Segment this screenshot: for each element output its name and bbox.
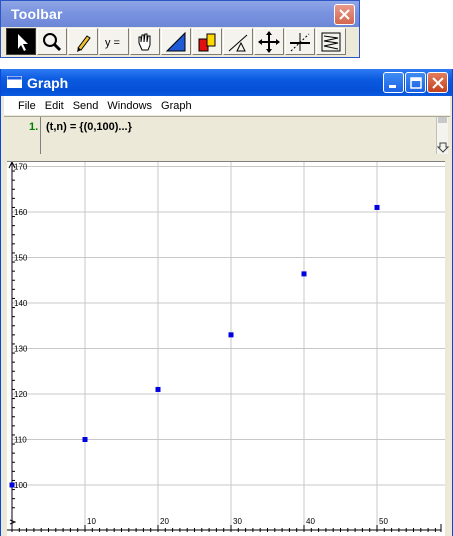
toolbar-title: Toolbar <box>11 6 63 22</box>
toolbar-titlebar[interactable]: Toolbar <box>1 1 359 27</box>
move-tool-button[interactable] <box>254 28 284 55</box>
menu-graph[interactable]: Graph <box>161 100 192 112</box>
equation-entry-panel: 1. (t,n) = {(0,100)...} <box>4 116 450 154</box>
x-tick-label: 10 <box>87 517 96 526</box>
x-tick-label: 20 <box>160 517 169 526</box>
pencil-tool-button[interactable] <box>68 28 98 55</box>
minimize-button[interactable] <box>383 72 404 93</box>
close-icon <box>432 77 444 89</box>
entry-scrollbar[interactable] <box>436 117 449 154</box>
hand-tool-button[interactable] <box>130 28 160 55</box>
entry-divider <box>40 117 41 154</box>
equation-tool-button[interactable]: y = <box>99 28 129 55</box>
minimize-icon <box>389 85 396 88</box>
menu-edit[interactable]: Edit <box>45 100 64 112</box>
close-button[interactable] <box>427 72 448 93</box>
y-tick-label: 120 <box>14 390 28 399</box>
data-point <box>9 482 15 488</box>
move-arrows-icon <box>258 31 280 53</box>
menu-bar: File Edit Send Windows Graph <box>4 96 450 115</box>
pencil-icon <box>77 35 91 52</box>
scroll-thumb[interactable] <box>438 117 447 123</box>
y-tick-label: 140 <box>14 299 28 308</box>
entry-expression[interactable]: (t,n) = {(0,100)...} <box>46 121 132 133</box>
crosshair-tool-button[interactable] <box>285 28 315 55</box>
menu-file[interactable]: File <box>18 100 36 112</box>
bar-shapes-icon <box>198 33 216 52</box>
zoom-tool-button[interactable] <box>37 28 67 55</box>
triangle-region-icon <box>165 31 186 52</box>
graph-window-title: Graph <box>27 75 69 91</box>
y-tick-label: 160 <box>14 208 28 217</box>
data-point <box>82 437 88 442</box>
entry-number: 1. <box>29 121 39 133</box>
toolbar-window: Toolbar y = <box>0 0 360 58</box>
data-point <box>301 271 307 277</box>
window-icon <box>7 76 22 88</box>
maximize-button[interactable] <box>405 72 426 93</box>
close-icon <box>339 9 350 20</box>
x-tick-label: 50 <box>379 517 388 526</box>
toolbar-buttons: y = <box>6 28 358 56</box>
toolbar-close-button[interactable] <box>334 4 355 25</box>
zigzag-tool-button[interactable] <box>316 28 346 55</box>
menu-windows[interactable]: Windows <box>107 100 152 112</box>
arrow-pointer-icon <box>18 34 28 51</box>
zigzag-icon <box>321 32 341 52</box>
slope-tool-button[interactable] <box>223 28 253 55</box>
equation-icon-label: y = <box>105 37 120 49</box>
y-tick-label: 130 <box>14 345 28 354</box>
plot-area[interactable]: 100 110 120 130 140 150 160 170 10 20 30 40 50 <box>7 161 445 536</box>
maximize-icon <box>410 77 422 89</box>
x-tick-label: 40 <box>306 517 315 526</box>
graph-window: Graph File Edit Send Windows Graph 1. (t… <box>0 69 453 536</box>
hand-icon <box>138 33 151 51</box>
data-point <box>228 332 234 338</box>
equation-icon: y = <box>105 37 120 49</box>
data-point <box>374 204 380 210</box>
crosshair-line-icon <box>290 33 310 52</box>
x-tick-label: 30 <box>233 517 242 526</box>
magnifier-icon <box>43 33 62 52</box>
shapes-tool-button[interactable] <box>192 28 222 55</box>
slope-tool-icon <box>228 34 248 52</box>
menu-send[interactable]: Send <box>73 100 99 112</box>
y-tick-label: 110 <box>14 436 27 445</box>
y-tick-label: 170 <box>14 163 28 172</box>
scroll-down-arrow-icon[interactable] <box>437 141 449 153</box>
pointer-tool-button[interactable] <box>6 28 36 55</box>
region-tool-button[interactable] <box>161 28 191 55</box>
y-tick-label: 100 <box>14 481 28 490</box>
scatter-plot: 100 110 120 130 140 150 160 170 10 20 30 40 50 <box>7 162 445 532</box>
data-point <box>155 386 161 392</box>
y-tick-label: 150 <box>14 254 28 263</box>
